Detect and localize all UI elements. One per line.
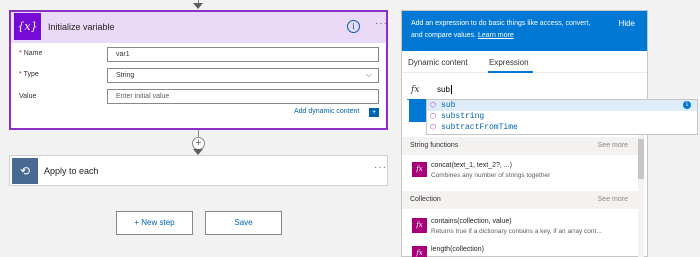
- card-title: Initialize variable: [48, 22, 115, 32]
- more-options-icon[interactable]: ···: [375, 18, 388, 29]
- learn-more-link[interactable]: Learn more: [478, 32, 514, 39]
- suggestion-item[interactable]: ⬡ subtractFromTime: [427, 122, 697, 133]
- function-icon: fx: [412, 162, 427, 177]
- name-label: * Name: [19, 50, 42, 57]
- function-item[interactable]: fx length(collection): [402, 242, 638, 257]
- value-label: Value: [19, 93, 37, 100]
- fx-icon: fx: [411, 85, 420, 95]
- arrow-down-icon: [193, 3, 203, 9]
- suggestion-label: sub: [441, 101, 456, 110]
- function-cube-icon: ⬡: [429, 112, 437, 120]
- function-description: Combines any number of strings together: [431, 172, 551, 179]
- type-select-value: String: [116, 72, 135, 79]
- expression-input[interactable]: sub: [437, 85, 452, 95]
- function-item[interactable]: fx contains(collection, value) Returns t…: [402, 214, 638, 242]
- hide-button[interactable]: Hide: [619, 18, 635, 30]
- text-caret: [450, 85, 452, 95]
- suggestion-label: subtractFromTime: [441, 123, 518, 132]
- function-item[interactable]: fx concat(text_1, text_2?, ...) Combines…: [402, 158, 638, 186]
- new-step-button[interactable]: + New step: [116, 211, 193, 235]
- info-icon[interactable]: i: [347, 20, 360, 33]
- type-label-text: Type: [23, 71, 39, 78]
- suggestion-item[interactable]: ⬡ sub i: [427, 100, 697, 111]
- tab-expression[interactable]: Expression: [489, 58, 529, 67]
- panel-banner: Add an expression to do basic things lik…: [402, 11, 647, 51]
- info-icon[interactable]: i: [683, 101, 691, 109]
- section-title: String functions: [410, 142, 459, 149]
- function-cube-icon: ⬡: [429, 123, 437, 131]
- function-color-swatch: [409, 100, 427, 122]
- value-field[interactable]: Enter initial value: [107, 89, 379, 104]
- required-mark: *: [19, 71, 22, 78]
- autocomplete-list[interactable]: ⬡ sub i ⬡ substring ⬡ subtractFromTime: [426, 99, 698, 135]
- panel-tabs: Dynamic content Expression: [402, 51, 647, 73]
- function-description: Returns true if a dictionary contains a …: [431, 228, 602, 235]
- chevron-down-icon: ⌵: [365, 70, 372, 79]
- function-icon: fx: [412, 218, 427, 233]
- section-header-string-functions: String functions See more: [402, 137, 638, 155]
- loop-icon: ⟲: [12, 158, 38, 184]
- more-options-icon[interactable]: ···: [374, 162, 387, 173]
- suggestion-label: substring: [441, 112, 485, 121]
- add-dynamic-content-icon[interactable]: +: [369, 108, 379, 117]
- variable-icon: {x}: [14, 13, 41, 40]
- expression-input-row[interactable]: fx sub: [407, 82, 640, 100]
- active-tab-indicator: [488, 71, 533, 73]
- function-name: length(collection): [431, 246, 484, 253]
- section-header-collection: Collection See more: [402, 191, 638, 209]
- initialize-variable-card[interactable]: {x} Initialize variable i ··· * Name var…: [9, 10, 388, 130]
- see-more-link[interactable]: See more: [598, 196, 628, 203]
- panel-scrollbar[interactable]: [638, 135, 644, 257]
- type-select[interactable]: String ⌵: [107, 68, 379, 83]
- banner-text-wrap: Add an expression to do basic things lik…: [411, 18, 601, 42]
- expression-input-text: sub: [437, 85, 450, 94]
- card-header[interactable]: {x} Initialize variable i ···: [11, 12, 388, 43]
- required-mark: *: [19, 50, 22, 57]
- function-cube-icon: ⬡: [429, 101, 437, 109]
- function-name: concat(text_1, text_2?, ...): [431, 162, 512, 169]
- suggestion-item[interactable]: ⬡ substring: [427, 111, 697, 122]
- name-field[interactable]: var1: [107, 47, 379, 62]
- apply-to-each-card[interactable]: ⟲ Apply to each ···: [9, 155, 388, 186]
- add-dynamic-content-link[interactable]: Add dynamic content: [294, 108, 359, 115]
- connector-line-middle: [198, 130, 199, 137]
- scrollbar-thumb[interactable]: [638, 139, 644, 179]
- type-label: * Type: [19, 71, 39, 78]
- see-more-link[interactable]: See more: [598, 142, 628, 149]
- section-title: Collection: [410, 196, 441, 203]
- tab-dynamic-content[interactable]: Dynamic content: [408, 58, 468, 67]
- save-button[interactable]: Save: [205, 211, 282, 235]
- apply-to-each-title: Apply to each: [44, 166, 99, 176]
- function-icon: fx: [412, 246, 427, 257]
- function-name: contains(collection, value): [431, 218, 512, 225]
- name-label-text: Name: [23, 50, 43, 57]
